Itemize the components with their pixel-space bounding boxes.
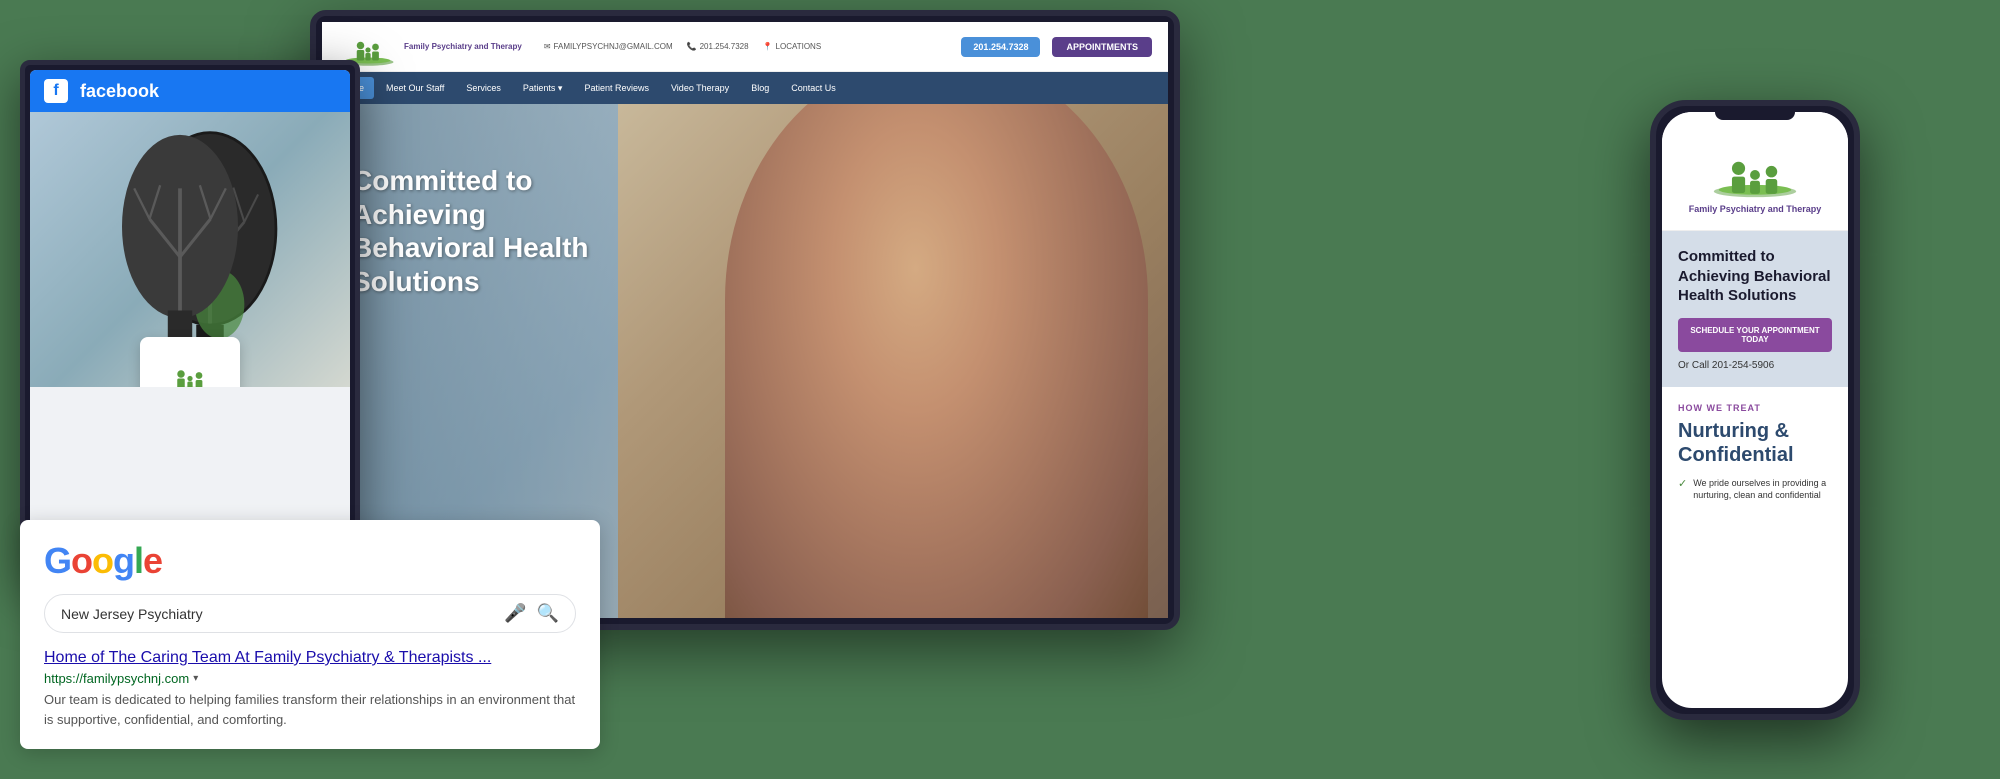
facebook-image: [30, 112, 350, 387]
nav-patient-reviews[interactable]: Patient Reviews: [574, 77, 659, 99]
nav-services[interactable]: Services: [456, 77, 511, 99]
search-result-title[interactable]: Home of The Caring Team At Family Psychi…: [44, 649, 576, 667]
phone-logo-icon: [1705, 142, 1805, 198]
nav-video-therapy[interactable]: Video Therapy: [661, 77, 739, 99]
phone-content: Family Psychiatry and Therapy Committed …: [1662, 112, 1848, 708]
google-logo-e: e: [143, 540, 162, 581]
phone-hero-section: Committed to Achieving Behavioral Health…: [1662, 231, 1848, 387]
tablet-screen: f facebook: [30, 70, 350, 570]
check-item: ✓ We pride ourselves in providing a nurt…: [1678, 477, 1832, 502]
phone-bottom-section: HOW WE TREAT Nurturing & Confidential ✓ …: [1662, 387, 1848, 518]
header-locations: 📍 LOCATIONS: [763, 42, 822, 51]
appointments-button[interactable]: APPOINTMENTS: [1052, 37, 1152, 57]
facebook-title: facebook: [80, 81, 159, 102]
logo-text: Family Psychiatry and Therapy: [404, 42, 522, 52]
search-result-description: Our team is dedicated to helping familie…: [44, 690, 576, 729]
header-email: ✉ FAMILYPSYCHNJ@GMAIL.COM: [544, 42, 673, 51]
nurturing-title: Nurturing & Confidential: [1678, 419, 1832, 467]
how-we-treat-label: HOW WE TREAT: [1678, 403, 1832, 413]
search-icons: 🎤 🔍: [504, 603, 559, 624]
checkmark-icon: ✓: [1678, 477, 1687, 492]
phone-screen: Family Psychiatry and Therapy Committed …: [1662, 112, 1848, 708]
hero-headline: Committed to Achieving Behavioral Health…: [352, 164, 612, 298]
phone-device: Family Psychiatry and Therapy Committed …: [1650, 100, 1860, 720]
microphone-icon[interactable]: 🎤: [504, 603, 526, 624]
phone-button[interactable]: 201.254.7328: [961, 37, 1040, 57]
google-search-panel: Google 🎤 🔍 Home of The Caring Team At Fa…: [20, 520, 600, 749]
header-phone: 📞 201.254.7328: [687, 42, 749, 51]
phone-hero-headline: Committed to Achieving Behavioral Health…: [1678, 247, 1832, 306]
nav-contact[interactable]: Contact Us: [781, 77, 846, 99]
website-nav: Home Meet Our Staff Services Patients ▾ …: [322, 72, 1168, 104]
site-logo: Family Psychiatry and Therapy: [338, 27, 522, 67]
phone-frame: Family Psychiatry and Therapy Committed …: [1650, 100, 1860, 720]
hero-text-block: Committed to Achieving Behavioral Health…: [352, 164, 612, 298]
google-logo: Google: [44, 540, 576, 582]
search-button-icon[interactable]: 🔍: [537, 603, 559, 624]
tablet-frame: f facebook: [20, 60, 360, 580]
phone-call-text: Or Call 201-254-5906: [1678, 360, 1832, 371]
facebook-icon: f: [44, 79, 68, 103]
phone-logo-section: Family Psychiatry and Therapy: [1662, 112, 1848, 231]
facebook-content: [30, 112, 350, 570]
google-logo-g: G: [44, 540, 71, 581]
google-logo-o1: o: [71, 540, 92, 581]
url-dropdown-arrow: ▾: [193, 673, 198, 684]
nav-blog[interactable]: Blog: [741, 77, 779, 99]
search-input[interactable]: [61, 606, 494, 622]
facebook-header: f facebook: [30, 70, 350, 112]
search-result-url: https://familypsychnj.com ▾: [44, 671, 576, 686]
fb-logo-icon: [160, 357, 220, 387]
nav-meet-staff[interactable]: Meet Our Staff: [376, 77, 454, 99]
nav-patients[interactable]: Patients ▾: [513, 77, 573, 100]
phone-logo-text: Family Psychiatry and Therapy: [1689, 204, 1822, 214]
check-item-text: We pride ourselves in providing a nurtur…: [1693, 477, 1832, 502]
header-contact: ✉ FAMILYPSYCHNJ@GMAIL.COM 📞 201.254.7328…: [544, 42, 821, 51]
google-logo-o2: o: [92, 540, 113, 581]
google-logo-g2: g: [113, 540, 134, 581]
google-logo-l: l: [134, 540, 143, 581]
phone-schedule-button[interactable]: SCHEDULE YOUR APPOINTMENT TODAY: [1678, 318, 1832, 352]
website-header: Family Psychiatry and Therapy ✉ FAMILYPS…: [322, 22, 1168, 72]
phone-notch: [1715, 112, 1795, 120]
tablet-device: f facebook: [20, 60, 360, 580]
google-search-bar[interactable]: 🎤 🔍: [44, 594, 576, 633]
facebook-logo-card: [140, 337, 240, 387]
